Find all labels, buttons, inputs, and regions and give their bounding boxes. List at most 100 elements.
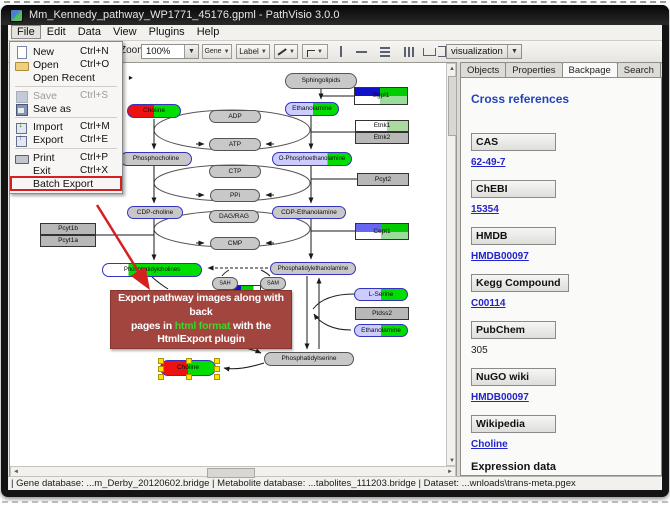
xref-link[interactable]: HMDB00097 bbox=[471, 251, 651, 262]
node-sam[interactable]: SAM bbox=[260, 277, 286, 290]
node-cdp-choline[interactable]: CDP-choline bbox=[127, 206, 183, 219]
xref-section-chebi: ChEBI 15354 bbox=[471, 179, 651, 215]
tab-legend[interactable]: Legend bbox=[660, 62, 662, 78]
node-cept1[interactable]: Cept1 bbox=[355, 223, 409, 240]
chevron-down-icon[interactable]: ▼ bbox=[261, 49, 267, 55]
menu-item-save-as[interactable]: Save as bbox=[11, 102, 121, 115]
node-o-phosphoethanolamine[interactable]: O-Phosphoethanolamine bbox=[272, 152, 352, 166]
selection-handle[interactable] bbox=[214, 374, 220, 380]
distribute-horizontal-button[interactable] bbox=[400, 44, 418, 59]
node-choline-top[interactable]: Choline bbox=[127, 104, 181, 118]
menu-item-open[interactable]: OpenCtrl+O bbox=[11, 58, 121, 71]
xref-section-title: ChEBI bbox=[471, 180, 556, 198]
node-phosphatidylcholines[interactable]: Phosphatidylcholines bbox=[102, 263, 202, 277]
zoom-combobox[interactable]: 100% ▼ bbox=[141, 44, 199, 59]
node-atp[interactable]: ATP bbox=[209, 138, 261, 151]
horizontal-scroll-thumb[interactable] bbox=[207, 468, 255, 478]
chevron-down-icon[interactable]: ▼ bbox=[289, 49, 295, 55]
zoom-value: 100% bbox=[142, 46, 184, 57]
selection-handle[interactable] bbox=[186, 358, 192, 364]
titlebar[interactable]: Mm_Kennedy_pathway_WP1771_45176.gpml - P… bbox=[1, 5, 669, 25]
menu-item-new[interactable]: NewCtrl+N bbox=[11, 45, 121, 58]
canvas-horizontal-scrollbar[interactable]: ◄ ► bbox=[10, 466, 456, 477]
node-phosphatidylethanolamine[interactable]: Phosphatidylethanolamine bbox=[270, 262, 356, 275]
xref-link[interactable]: Choline bbox=[471, 439, 651, 450]
node-cdp-ethanolamine[interactable]: CDP-Ethanolamine bbox=[272, 206, 346, 219]
menubar-item-file[interactable]: File bbox=[11, 25, 41, 39]
import-icon bbox=[14, 121, 30, 133]
menu-item-exit[interactable]: ExitCtrl+X bbox=[11, 164, 121, 177]
chevron-down-icon[interactable]: ▼ bbox=[507, 45, 521, 58]
node-label: Sgpl1 bbox=[355, 93, 407, 100]
node-dag[interactable]: DAG/RAG bbox=[209, 210, 259, 223]
menu-item-print[interactable]: PrintCtrl+P bbox=[11, 151, 121, 164]
tab-objects[interactable]: Objects bbox=[460, 62, 506, 78]
xref-link[interactable]: HMDB00097 bbox=[471, 392, 651, 403]
node-pcyt1b[interactable]: Pcyt1b bbox=[40, 223, 96, 235]
node-label: Ethanolamine bbox=[286, 106, 338, 113]
node-l-serine[interactable]: L-Serine bbox=[354, 288, 408, 301]
selection-handle[interactable] bbox=[158, 358, 164, 364]
distribute-vertical-button[interactable] bbox=[376, 44, 394, 59]
menu-item-batch-export[interactable]: Batch Export bbox=[11, 177, 121, 190]
node-etnk2[interactable]: Etnk2 bbox=[355, 132, 409, 144]
align-vertical-center-button[interactable] bbox=[352, 44, 370, 59]
menubar-item-plugins[interactable]: Plugins bbox=[143, 25, 191, 39]
node-label: SAM bbox=[261, 281, 285, 287]
chevron-down-icon[interactable]: ▼ bbox=[224, 49, 230, 55]
node-phosphocholine[interactable]: Phosphocholine bbox=[120, 152, 192, 166]
menubar-item-view[interactable]: View bbox=[107, 25, 143, 39]
datanode-tool-button[interactable]: Gene ▼ bbox=[202, 44, 232, 59]
menubar-item-data[interactable]: Data bbox=[72, 25, 107, 39]
tab-search[interactable]: Search bbox=[617, 62, 661, 78]
align-horizontal-center-icon bbox=[340, 46, 342, 57]
selection-handle[interactable] bbox=[186, 374, 192, 380]
menubar-item-edit[interactable]: Edit bbox=[41, 25, 72, 39]
visualization-combobox[interactable]: visualization ▼ bbox=[446, 44, 522, 59]
node-phosphatidylserine[interactable]: Phosphatidylserine bbox=[264, 352, 354, 366]
scroll-down-icon[interactable]: ▼ bbox=[447, 456, 457, 465]
xref-link[interactable]: 15354 bbox=[471, 204, 651, 215]
node-ppi[interactable]: PPi bbox=[210, 189, 260, 202]
menu-item-open-recent[interactable]: Open Recent▸ bbox=[11, 71, 121, 84]
scroll-up-icon[interactable]: ▲ bbox=[447, 64, 457, 73]
node-ethanolamine-bottom[interactable]: Ethanolamine bbox=[354, 324, 408, 337]
node-cmp[interactable]: CMP bbox=[210, 237, 260, 250]
vertical-scroll-thumb[interactable] bbox=[448, 76, 457, 136]
selection-handle[interactable] bbox=[214, 358, 220, 364]
node-sphingolipids[interactable]: Sphingolipids bbox=[285, 73, 357, 89]
scroll-right-icon[interactable]: ► bbox=[445, 467, 455, 476]
node-choline-selected[interactable]: Choline bbox=[160, 360, 216, 376]
node-sah[interactable]: SAH bbox=[212, 277, 238, 290]
file-menu-dropdown: NewCtrl+NOpenCtrl+OOpen Recent▸ SaveCtrl+… bbox=[9, 41, 123, 194]
align-horizontal-center-button[interactable] bbox=[332, 44, 350, 59]
line-tool-button[interactable]: ▼ bbox=[274, 44, 298, 59]
menu-item-import[interactable]: ImportCtrl+M bbox=[11, 120, 121, 133]
label-tool-button[interactable]: Label ▼ bbox=[236, 44, 270, 59]
tab-backpage[interactable]: Backpage bbox=[562, 62, 618, 78]
selection-handle[interactable] bbox=[158, 366, 164, 372]
node-etnk1[interactable]: Etnk1 bbox=[355, 120, 409, 132]
canvas-vertical-scrollbar[interactable]: ▲ ▼ bbox=[446, 63, 456, 466]
menubar-item-help[interactable]: Help bbox=[191, 25, 226, 39]
menu-item-export[interactable]: ExportCtrl+E bbox=[11, 133, 121, 146]
node-pcyt2[interactable]: Pcyt2 bbox=[357, 173, 409, 186]
tab-properties[interactable]: Properties bbox=[505, 62, 562, 78]
node-pcyt1a[interactable]: Pcyt1a bbox=[40, 235, 96, 247]
chevron-down-icon[interactable]: ▼ bbox=[184, 45, 198, 58]
chevron-down-icon[interactable]: ▼ bbox=[317, 49, 323, 55]
node-ethanolamine-top[interactable]: Ethanolamine bbox=[285, 102, 339, 116]
node-ctp[interactable]: CTP bbox=[209, 165, 261, 178]
scroll-left-icon[interactable]: ◄ bbox=[11, 467, 21, 476]
node-ptdss2[interactable]: Ptdss2 bbox=[355, 307, 409, 320]
node-label: Phosphatidylcholines bbox=[103, 267, 201, 273]
node-sgpl1[interactable]: Sgpl1 bbox=[354, 87, 408, 105]
menu-item-save[interactable]: SaveCtrl+S bbox=[11, 89, 121, 102]
node-adp[interactable]: ADP bbox=[209, 110, 261, 123]
selection-handle[interactable] bbox=[214, 366, 220, 372]
xref-link[interactable]: C00114 bbox=[471, 298, 651, 309]
xref-link[interactable]: 62-49-7 bbox=[471, 157, 651, 168]
selection-handle[interactable] bbox=[158, 374, 164, 380]
node-label: Choline bbox=[161, 365, 215, 372]
connector-tool-button[interactable]: ▼ bbox=[302, 44, 328, 59]
